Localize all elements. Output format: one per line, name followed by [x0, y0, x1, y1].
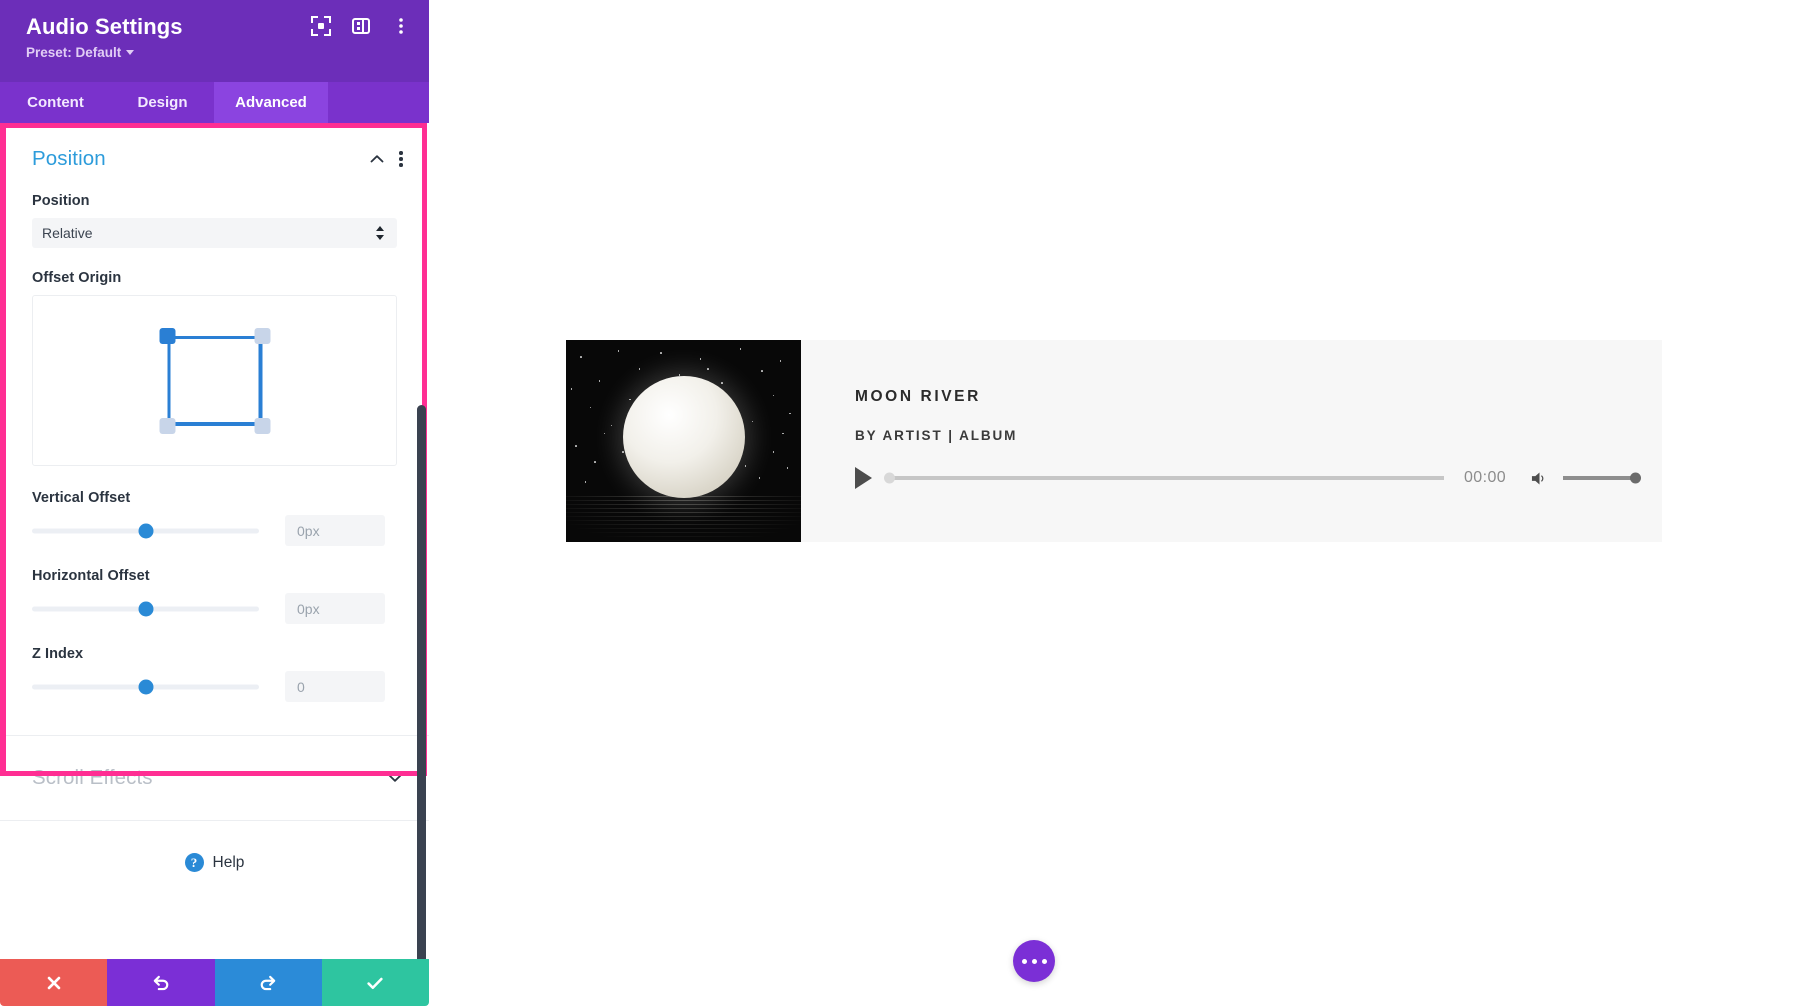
chevron-down-icon [126, 50, 134, 55]
track-subtitle: BY ARTIST | ALBUM [855, 428, 1641, 443]
offset-origin-field: Offset Origin [0, 270, 429, 466]
z-index-input[interactable]: 0 [285, 671, 385, 702]
audio-player-controls: 00:00 [855, 467, 1641, 489]
chevron-up-icon[interactable] [369, 151, 385, 167]
redo-button[interactable] [215, 959, 322, 1006]
horizontal-offset-label: Horizontal Offset [32, 568, 397, 584]
help-label: Help [213, 854, 245, 872]
panel-action-bar [0, 959, 429, 1006]
z-index-row: 0 [32, 671, 397, 702]
horizontal-offset-input[interactable]: 0px [285, 593, 385, 624]
undo-icon [151, 973, 171, 993]
position-select-value: Relative [42, 225, 93, 241]
layout-panel-icon[interactable] [351, 16, 371, 36]
progress-track [894, 476, 1444, 480]
horizontal-offset-slider[interactable] [32, 600, 259, 618]
more-vertical-icon[interactable] [391, 16, 411, 36]
position-select[interactable]: Relative [32, 218, 397, 248]
z-index-field: Z Index 0 [0, 646, 429, 702]
vertical-offset-input[interactable]: 0px [285, 515, 385, 546]
vertical-offset-field: Vertical Offset 0px [0, 490, 429, 546]
play-button[interactable] [855, 467, 872, 489]
tab-design[interactable]: Design [111, 82, 214, 123]
water-reflection [566, 496, 801, 542]
scroll-effects-section-header[interactable]: Scroll Effects [0, 736, 429, 820]
position-section: Position Position [0, 123, 429, 735]
position-section-actions [369, 150, 403, 168]
chevron-down-icon[interactable] [387, 770, 403, 786]
vertical-offset-row: 0px [32, 515, 397, 546]
position-section-title: Position [32, 147, 369, 171]
position-section-header[interactable]: Position [0, 123, 429, 181]
origin-handle-bottom-right[interactable] [254, 418, 270, 434]
save-button[interactable] [322, 959, 429, 1006]
checkmark-icon [365, 973, 385, 993]
origin-line-right [259, 337, 262, 425]
track-title: MOON RIVER [855, 388, 1641, 406]
close-icon [45, 974, 63, 992]
panel-scrollbar[interactable] [417, 405, 426, 959]
origin-handle-top-right[interactable] [254, 328, 270, 344]
panel-body: Position Position [0, 123, 429, 959]
moon-graphic [623, 376, 745, 498]
origin-line-top [168, 336, 261, 339]
volume-handle[interactable] [1630, 473, 1641, 484]
volume-slider[interactable] [1563, 471, 1641, 485]
ellipsis-icon [1042, 959, 1047, 964]
z-index-slider[interactable] [32, 678, 259, 696]
volume-track [1563, 476, 1635, 480]
tab-content[interactable]: Content [0, 82, 111, 123]
panel-header: Audio Settings Preset: Default [0, 0, 429, 82]
horizontal-offset-row: 0px [32, 593, 397, 624]
help-icon: ? [185, 853, 204, 872]
origin-handle-top-left[interactable] [159, 328, 175, 344]
offset-origin-grid [162, 331, 267, 431]
ellipsis-icon [1032, 959, 1037, 964]
panel-scroll-region: Position Position [0, 123, 429, 959]
offset-origin-label: Offset Origin [32, 270, 397, 286]
help-button[interactable]: ? Help [0, 821, 429, 872]
current-time: 00:00 [1464, 469, 1506, 487]
focus-icon[interactable] [311, 16, 331, 36]
ellipsis-icon [1022, 959, 1027, 964]
slider-thumb[interactable] [138, 601, 153, 616]
audio-player-info: MOON RIVER BY ARTIST | ALBUM 00:00 [801, 340, 1701, 542]
origin-line-left [167, 337, 170, 425]
progress-slider[interactable] [884, 471, 1444, 485]
tab-bar: Content Design Advanced [0, 82, 429, 123]
position-field-label: Position [32, 193, 397, 209]
offset-origin-picker[interactable] [32, 295, 397, 466]
vertical-offset-label: Vertical Offset [32, 490, 397, 506]
origin-line-bottom [168, 422, 261, 425]
origin-handle-bottom-left[interactable] [159, 418, 175, 434]
spinner-arrows-icon [376, 225, 385, 241]
position-section-more-icon[interactable] [399, 150, 403, 168]
tab-advanced[interactable]: Advanced [214, 82, 328, 123]
undo-button[interactable] [107, 959, 214, 1006]
progress-handle[interactable] [884, 473, 895, 484]
cancel-button[interactable] [0, 959, 107, 1006]
audio-player-module[interactable]: MOON RIVER BY ARTIST | ALBUM 00:00 [566, 340, 1662, 542]
z-index-label: Z Index [32, 646, 397, 662]
slider-thumb[interactable] [138, 523, 153, 538]
position-field: Position Relative [0, 193, 429, 248]
settings-panel: Audio Settings Preset: Default [0, 0, 429, 1006]
vertical-offset-slider[interactable] [32, 522, 259, 540]
header-icon-group [311, 16, 411, 36]
album-cover-image [566, 340, 801, 542]
horizontal-offset-field: Horizontal Offset 0px [0, 568, 429, 624]
page-canvas: MOON RIVER BY ARTIST | ALBUM 00:00 [429, 0, 1800, 1006]
slider-thumb[interactable] [138, 679, 153, 694]
volume-icon[interactable] [1530, 470, 1549, 487]
redo-icon [258, 973, 278, 993]
preset-selector[interactable]: Preset: Default [26, 44, 134, 61]
page-settings-fab[interactable] [1013, 940, 1055, 982]
app-root: Audio Settings Preset: Default [0, 0, 1800, 1006]
preset-label: Preset: Default [26, 45, 121, 60]
scroll-effects-section-title: Scroll Effects [32, 766, 387, 790]
